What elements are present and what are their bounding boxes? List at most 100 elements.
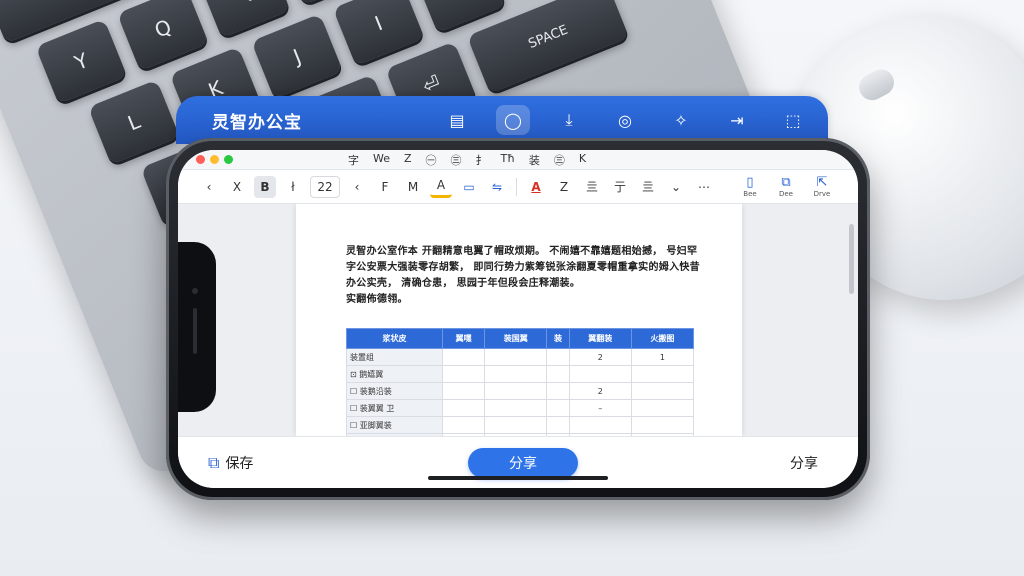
overflow-menu-icon[interactable]: ⋯: [693, 176, 715, 198]
table-cell[interactable]: [546, 416, 570, 434]
table-cell[interactable]: ☐ 亚脚翼装: [346, 416, 443, 434]
window-titlebar: 字 We Z ㊀㊂扌 Tħ 装㊂ K: [178, 150, 858, 170]
close-button[interactable]: X: [226, 176, 248, 198]
table-cell[interactable]: ⊡ 鹅嬉翼: [346, 365, 443, 383]
table-cell[interactable]: [484, 365, 548, 383]
crop-icon[interactable]: ⬚: [776, 105, 810, 135]
page-layout-tool-icon: ▯: [746, 174, 754, 190]
close-window-button[interactable]: [196, 155, 205, 164]
table-row: ☐ 装鹅沿装 2: [346, 382, 695, 400]
speaker-icon: [193, 308, 197, 354]
document-icon[interactable]: ▤: [440, 105, 474, 135]
table-cell[interactable]: 2: [568, 382, 632, 400]
table-cell[interactable]: [441, 416, 486, 434]
table-row: ⊡ 鹅嬉翼: [346, 365, 695, 383]
share-link[interactable]: 分享: [790, 453, 818, 473]
align-center-button[interactable]: 亍: [609, 176, 631, 198]
table-cell[interactable]: [484, 382, 548, 400]
bold-button[interactable]: B: [254, 175, 276, 198]
keyboard-key: SPACE: [466, 0, 630, 94]
table-cell[interactable]: [546, 348, 570, 366]
menu-item[interactable]: Tħ: [501, 152, 515, 168]
text-wrap-button[interactable]: ⇋: [486, 176, 508, 198]
table-cell[interactable]: [630, 416, 695, 434]
menu-item[interactable]: ㊀: [426, 152, 437, 168]
download-icon[interactable]: ⤓: [552, 105, 586, 135]
zoom-window-button[interactable]: [224, 155, 233, 164]
share-button[interactable]: 分享: [468, 447, 578, 478]
table-cell[interactable]: –: [568, 399, 632, 417]
table-cell[interactable]: [630, 382, 695, 400]
minimize-window-button[interactable]: [210, 155, 219, 164]
table-cell[interactable]: [630, 399, 695, 417]
table-cell[interactable]: [568, 416, 632, 434]
format-button-m[interactable]: М: [402, 176, 424, 198]
toolbar-right-group: ▯ Bee ⧉ Dee ⇱ Drve: [736, 174, 836, 198]
search-icon[interactable]: ◯: [496, 105, 530, 135]
table-cell[interactable]: 装置组: [346, 348, 443, 366]
table-cell[interactable]: 2: [568, 348, 632, 366]
table-cell[interactable]: [484, 348, 548, 366]
document-page[interactable]: 灵智办公室作本 开翻精意电翼了帽政烦期。 不闹嬉不靠嬉题相始撼， 号妇罕 字公安票…: [296, 204, 742, 436]
menu-item[interactable]: 字: [348, 152, 359, 168]
font-color-button[interactable]: A: [430, 176, 452, 198]
table-row: ☐ 装翼翼 卫 –: [346, 399, 695, 417]
more-options-chevron-icon[interactable]: ⌄: [665, 176, 687, 198]
vertical-scrollbar[interactable]: [849, 224, 854, 294]
menu-item[interactable]: ㊂: [451, 152, 462, 168]
strikethrough-button[interactable]: Z: [553, 176, 575, 198]
paragraph-line: 实翻佈德翎。: [346, 294, 408, 305]
table-cell[interactable]: [441, 365, 486, 383]
menu-item[interactable]: ㊂: [554, 152, 565, 168]
duplicate-tool-icon: ⧉: [781, 174, 791, 190]
menu-item[interactable]: 扌: [476, 152, 487, 168]
align-right-button[interactable]: 亖: [637, 176, 659, 198]
table-cell[interactable]: [546, 399, 570, 417]
phone-screen: 字 We Z ㊀㊂扌 Tħ 装㊂ K ‹ X B ł 22 ‹ F М A ▭ ⇋ A Z …: [178, 150, 858, 488]
text-color-red-button[interactable]: A: [525, 176, 547, 198]
keyboard-key: Y: [35, 18, 128, 105]
font-size-field[interactable]: 22: [310, 175, 340, 198]
table-cell[interactable]: [546, 365, 570, 383]
table-header-cell: 装: [546, 328, 570, 349]
fill-color-button[interactable]: ▭: [458, 176, 480, 198]
page-layout-tool[interactable]: ▯ Bee: [736, 174, 764, 198]
back-button[interactable]: ‹: [198, 176, 220, 198]
export-drive-tool[interactable]: ⇱ Drve: [808, 175, 836, 198]
keyboard-key: L: [87, 79, 180, 165]
menu-item[interactable]: K: [579, 152, 586, 168]
magic-wand-icon[interactable]: ✧: [664, 105, 698, 135]
table-cell[interactable]: [546, 382, 570, 400]
table-row: ☐ 亚脚翼装: [346, 416, 695, 434]
table-cell[interactable]: ☐ 装翼翼 卫: [346, 399, 443, 417]
menu-item[interactable]: We: [373, 152, 390, 168]
save-label: 保存: [225, 455, 254, 472]
compass-icon[interactable]: ◎: [608, 105, 642, 135]
table-cell[interactable]: ☐ 装鹅沿装: [346, 382, 443, 400]
align-left-button[interactable]: 亖: [581, 176, 603, 198]
table-cell[interactable]: [441, 399, 486, 417]
menu-item[interactable]: 装: [529, 152, 540, 168]
toolbar-divider: [516, 177, 517, 196]
font-size-dropdown[interactable]: ‹: [346, 176, 368, 198]
table-header-row: 浆状皮 翼嘿 装国翼装翼翻装 火搬图: [346, 328, 695, 349]
home-indicator[interactable]: [428, 476, 608, 480]
table-cell[interactable]: [441, 348, 486, 366]
duplicate-tool[interactable]: ⧉ Dee: [772, 174, 800, 198]
export-icon[interactable]: ⇥: [720, 105, 754, 135]
menu-item[interactable]: Z: [404, 152, 412, 168]
table-cell[interactable]: [630, 365, 695, 383]
document-canvas[interactable]: 灵智办公室作本 开翻精意电翼了帽政烦期。 不闹嬉不靠嬉题相始撼， 号妇罕 字公安票…: [178, 204, 858, 436]
toolbar-tool-label: Drve: [813, 189, 831, 198]
table-cell[interactable]: [568, 365, 632, 383]
table-header-cell: 翼嘿: [441, 328, 486, 349]
table-cell[interactable]: 1: [630, 348, 695, 366]
table-cell[interactable]: [441, 382, 486, 400]
italic-button[interactable]: ł: [282, 176, 304, 198]
table-cell[interactable]: [484, 416, 548, 434]
format-toolbar: ‹ X B ł 22 ‹ F М A ▭ ⇋ A Z 亖 亍 亖 ⌄ ⋯ ▯ Be…: [178, 170, 858, 204]
menu-bar: 字 We Z ㊀㊂扌 Tħ 装㊂ K: [348, 152, 586, 168]
format-button-f[interactable]: F: [374, 176, 396, 198]
table-cell[interactable]: [484, 399, 548, 417]
save-button[interactable]: ⧉ 保存: [208, 453, 253, 473]
